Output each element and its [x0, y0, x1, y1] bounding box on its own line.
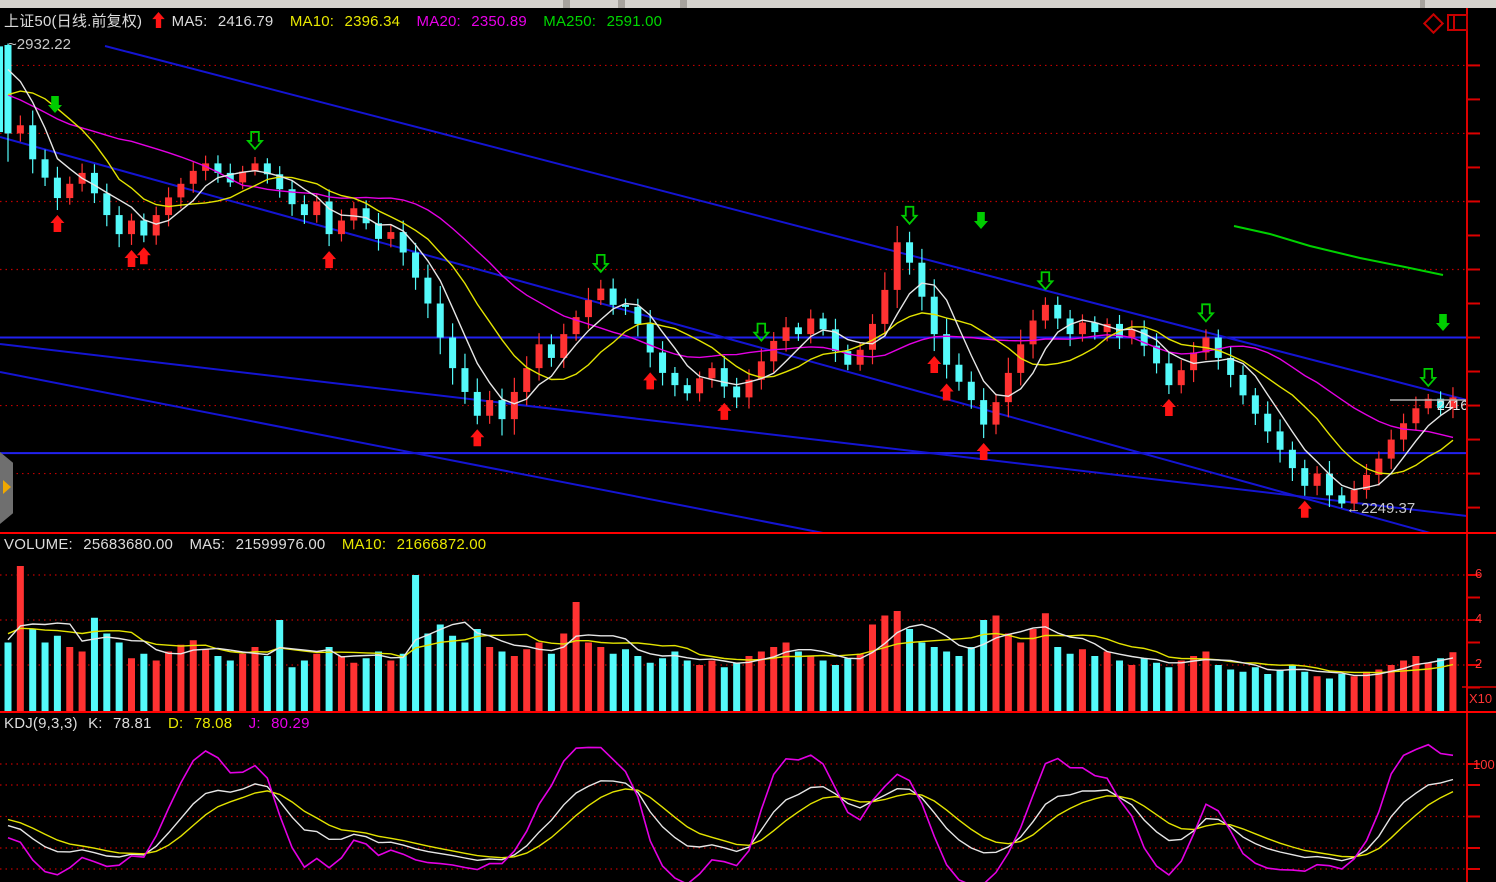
buy-signal-arrow: [50, 215, 64, 232]
trading-terminal: 上证50(日线.前复权) MA5: 2416.79 MA10: 2396.34 …: [0, 0, 1496, 882]
kdj-d-label: D:: [168, 715, 183, 732]
vol-axis-label-6: 6: [1475, 566, 1482, 581]
buy-signal-arrow: [470, 429, 484, 446]
ma250-label: MA250:: [543, 13, 596, 30]
sidebar-expand-handle[interactable]: [0, 452, 13, 524]
sell-signal-hollow-arrow: [1199, 304, 1213, 321]
vol-ma5-value: 21599976.00: [236, 536, 326, 553]
buy-signal-arrow: [125, 250, 139, 267]
main-chart-header: 上证50(日线.前复权) MA5: 2416.79 MA10: 2396.34 …: [4, 10, 674, 31]
vol-ma10-value: 21666872.00: [397, 536, 487, 553]
vol-ma10-label: MA10:: [342, 536, 386, 553]
kdj-k-label: K:: [88, 715, 103, 732]
kdj-d-value: 78.08: [194, 715, 233, 732]
volume-value: 25683680.00: [83, 536, 173, 553]
ma20-value: 2350.89: [471, 13, 527, 30]
period-low-label: ←2249.37: [1346, 500, 1415, 517]
buy-signal-arrow: [137, 247, 151, 264]
sell-signal-hollow-arrow: [248, 132, 262, 149]
ma10-label: MA10:: [290, 13, 334, 30]
kdj-header: KDJ(9,3,3) K: 78.81 D: 78.08 J: 80.29: [4, 715, 322, 732]
kdj-j-label: J:: [249, 715, 261, 732]
sell-signal-hollow-arrow: [903, 207, 917, 224]
ma20-label: MA20:: [417, 13, 461, 30]
buy-signal-arrow: [717, 403, 731, 420]
buy-signal-arrow: [322, 251, 336, 268]
buy-signal-arrow: [1298, 501, 1312, 518]
volume-pane: [0, 566, 1467, 711]
sell-signal-hollow-arrow: [1038, 272, 1052, 289]
ma10-value: 2396.34: [345, 13, 401, 30]
sell-signal-arrow: [1436, 314, 1450, 331]
expand-arrow-icon: [3, 480, 11, 494]
vol-axis-label-2: 2: [1475, 656, 1482, 671]
volume-label: VOLUME:: [4, 536, 73, 553]
sell-signal-arrow: [974, 212, 988, 229]
vol-ma5-label: MA5:: [189, 536, 225, 553]
kdj-k-value: 78.81: [113, 715, 152, 732]
buy-signal-arrow: [643, 372, 657, 389]
axis-layer: [0, 8, 1496, 882]
ma5-label: MA5:: [172, 13, 208, 30]
price-pane: [0, 43, 1467, 533]
sell-signal-hollow-arrow: [1421, 369, 1435, 386]
split-window-icon[interactable]: [1447, 14, 1468, 31]
buy-signal-arrow: [977, 443, 991, 460]
buy-signal-arrow: [927, 356, 941, 373]
volume-header: VOLUME: 25683680.00 MA5: 21599976.00 MA1…: [4, 536, 498, 553]
vol-unit-label: X10: [1469, 691, 1492, 706]
last-price-tag: 2416: [1437, 397, 1466, 412]
buy-signal-arrow: [1162, 399, 1176, 416]
chart-canvas[interactable]: [0, 0, 1496, 882]
vol-axis-label-4: 4: [1475, 611, 1482, 626]
ma250-value: 2591.00: [607, 13, 663, 30]
kdj-name: KDJ(9,3,3): [4, 715, 78, 732]
kdj-axis-label: 100: [1473, 757, 1495, 772]
kdj-j-value: 80.29: [271, 715, 310, 732]
ma5-value: 2416.79: [218, 13, 274, 30]
kdj-pane: [0, 745, 1467, 882]
trend-up-icon: [152, 12, 165, 28]
chart-title: 上证50(日线.前复权): [4, 13, 142, 30]
period-high-label: ~2932.22: [8, 36, 71, 53]
